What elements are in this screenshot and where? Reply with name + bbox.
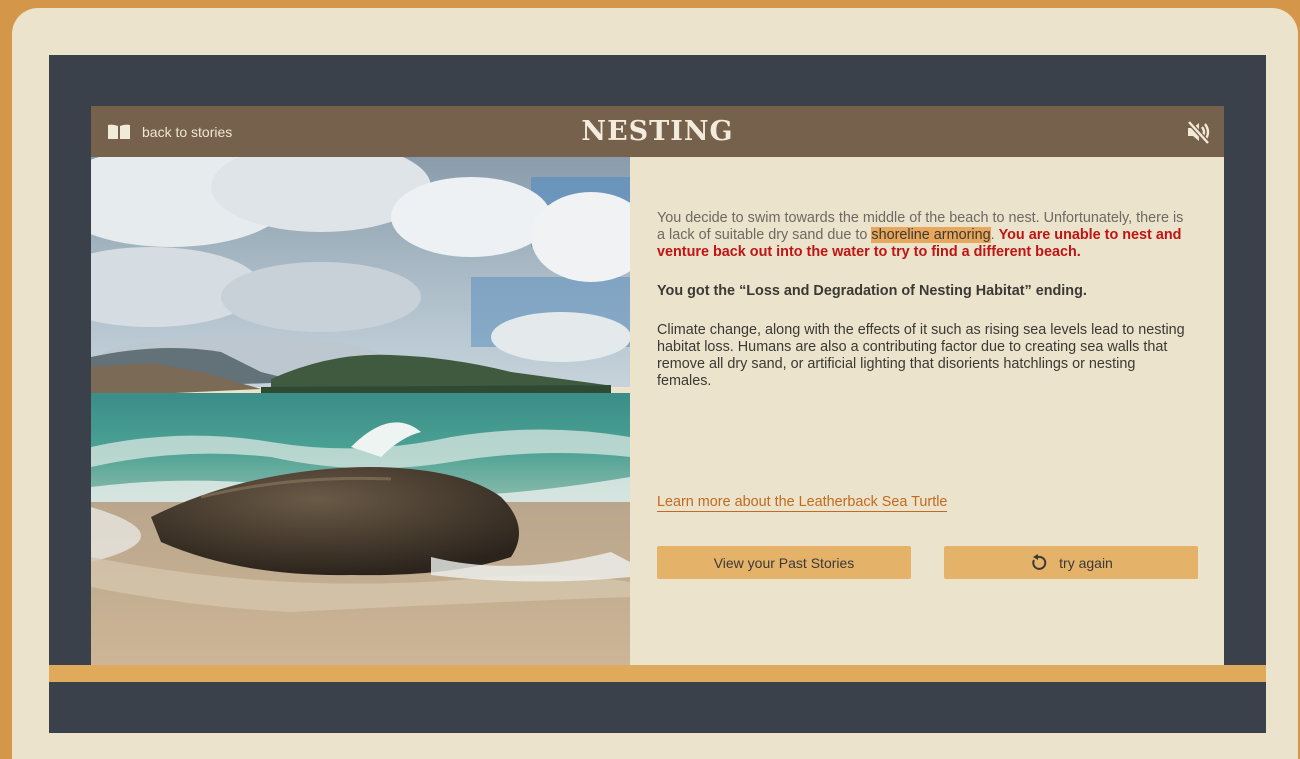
try-again-label: try again — [1059, 554, 1113, 571]
try-again-button[interactable]: try again — [944, 546, 1198, 579]
beach-scene-image — [91, 157, 630, 665]
back-to-stories-link[interactable]: back to stories — [107, 106, 232, 157]
shoreline-armoring-highlight: shoreline armoring — [871, 227, 991, 243]
book-icon — [108, 124, 130, 139]
story-header: back to stories NESTING — [91, 106, 1224, 157]
speaker-muted-icon — [1187, 120, 1210, 145]
learn-more-link[interactable]: Learn more about the Leatherback Sea Tur… — [657, 494, 948, 512]
back-to-stories-label: back to stories — [142, 123, 233, 140]
view-past-stories-label: View your Past Stories — [713, 554, 855, 571]
page-title: NESTING — [581, 116, 734, 147]
story-text: You decide to swim towards the middle of… — [657, 210, 1187, 390]
story-card: back to stories NESTING You decide to sw… — [91, 106, 1224, 665]
intro-period: . — [990, 227, 995, 243]
refresh-icon — [1032, 553, 1047, 570]
ending-result: You got the “Loss and Degradation of Nes… — [657, 283, 1087, 299]
mute-button[interactable] — [1184, 118, 1212, 146]
bottom-progress-bar — [49, 665, 1266, 682]
story-intro: You decide to swim towards the middle of… — [657, 210, 1187, 261]
view-past-stories-button[interactable]: View your Past Stories — [657, 546, 911, 579]
ending-explanation: Climate change, along with the effects o… — [657, 322, 1185, 389]
